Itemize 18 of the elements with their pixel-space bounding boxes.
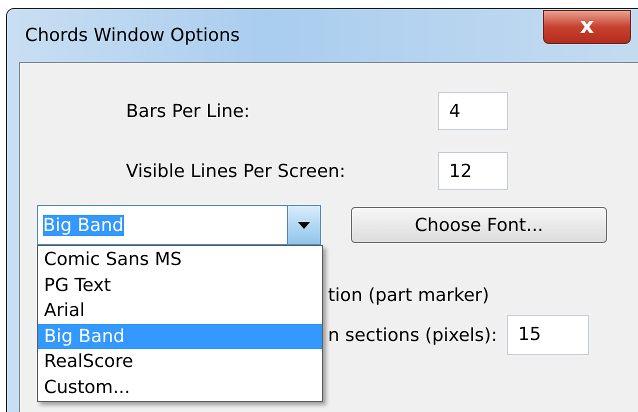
dropdown-arrow-button[interactable] bbox=[287, 206, 320, 244]
dropdown-option[interactable]: PG Text bbox=[38, 272, 322, 298]
dropdown-option[interactable]: Custom... bbox=[38, 374, 322, 400]
input-field[interactable]: 12 bbox=[438, 152, 508, 190]
choose-font-button[interactable]: Choose Font... bbox=[351, 207, 607, 243]
dropdown-option[interactable]: Comic Sans MS bbox=[38, 247, 322, 272]
field-label: Bars Per Line: bbox=[126, 100, 251, 122]
field-label: Visible Lines Per Screen: bbox=[126, 160, 346, 182]
dropdown-option[interactable]: RealScore bbox=[38, 349, 322, 374]
input-field[interactable]: 15 bbox=[507, 315, 590, 355]
dropdown-value: Big Band bbox=[43, 214, 124, 236]
option-label: n sections (pixels): bbox=[328, 324, 498, 346]
input-field[interactable]: 4 bbox=[438, 92, 508, 130]
caret-icon bbox=[298, 222, 310, 228]
option-label: tion (part marker) bbox=[328, 284, 490, 306]
dropdown-option[interactable]: Arial bbox=[38, 298, 322, 324]
close-button[interactable]: x bbox=[543, 10, 631, 44]
window-title: Chords Window Options bbox=[25, 25, 240, 46]
